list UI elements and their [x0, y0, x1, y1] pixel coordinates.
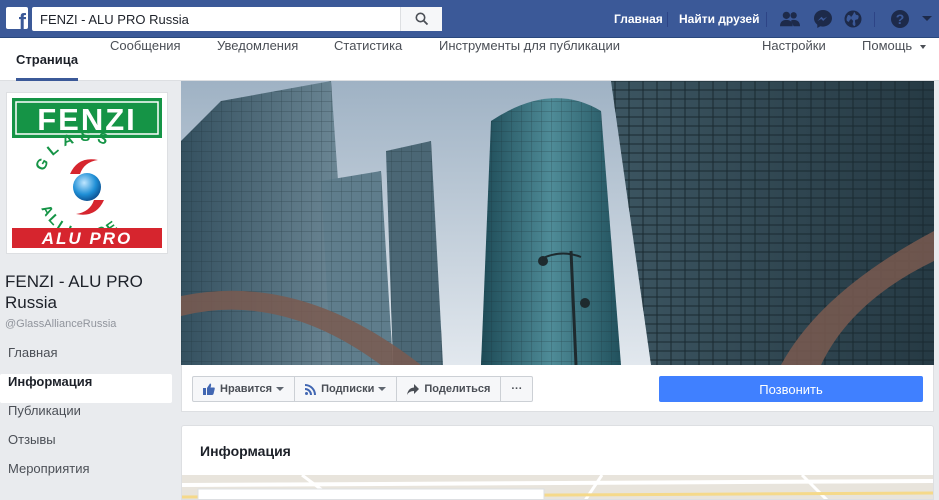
share-arrow-icon [407, 383, 420, 395]
search-button[interactable] [400, 7, 442, 31]
section-title: Информация [200, 443, 291, 459]
messenger-icon[interactable] [813, 9, 833, 29]
page-username[interactable]: @GlassAllianceRussia [5, 318, 116, 330]
cover-photo[interactable] [181, 81, 934, 365]
tab-publishing-tools[interactable]: Инструменты для публикации [439, 38, 620, 81]
svg-text:?: ? [896, 11, 905, 27]
leftnav-item-home[interactable]: Главная [0, 345, 172, 374]
topbar-divider [667, 12, 668, 27]
search-icon [415, 12, 428, 26]
tab-insights[interactable]: Статистика [334, 38, 402, 81]
chevron-down-icon [276, 387, 285, 391]
account-menu-caret-icon[interactable] [917, 9, 937, 29]
page-action-bar: Нравится Подписки Поделиться ··· Позвони… [181, 365, 934, 412]
ellipsis-icon: ··· [511, 383, 523, 395]
location-map[interactable] [182, 475, 933, 499]
fenzi-glass-alliance-logo-icon: FENZI GLASS ALLIANCE ALU PRO [12, 98, 162, 248]
chevron-down-icon [378, 387, 387, 391]
facebook-logo-icon[interactable]: f [6, 7, 28, 29]
thumbs-up-icon [203, 383, 215, 395]
leftnav-item-about[interactable]: Информация [0, 374, 172, 403]
page-admin-tabs: Страница Сообщения Уведомления Статистик… [0, 38, 939, 81]
leftnav-item-reviews[interactable]: Отзывы [0, 432, 172, 461]
skyscrapers-photo [181, 81, 934, 365]
top-navigation-bar: f Главная Найти друзей ? [0, 0, 939, 38]
like-button[interactable]: Нравится [193, 377, 296, 401]
home-link[interactable]: Главная [614, 12, 663, 26]
notifications-globe-icon[interactable] [843, 9, 863, 29]
follow-label: Подписки [321, 383, 375, 395]
logo-text-alupro: ALU PRO [41, 229, 133, 248]
tab-notifications[interactable]: Уведомления [217, 38, 298, 81]
call-now-button[interactable]: Позвонить [659, 376, 923, 402]
fenzi-logo: FENZI GLASS ALLIANCE ALU PRO [10, 96, 164, 250]
chevron-down-icon [919, 44, 926, 49]
leftnav-item-events[interactable]: Мероприятия [0, 461, 172, 490]
about-section: Информация [181, 425, 934, 500]
search-box [32, 7, 442, 31]
tab-messages[interactable]: Сообщения [110, 38, 181, 81]
topbar-divider [874, 12, 875, 27]
leftnav-item-posts[interactable]: Публикации [0, 403, 172, 432]
rss-icon [305, 383, 317, 395]
help-menu[interactable]: Помощь [862, 38, 926, 81]
tab-settings[interactable]: Настройки [762, 38, 826, 81]
share-label: Поделиться [424, 383, 491, 395]
topbar-divider [766, 12, 767, 27]
share-button[interactable]: Поделиться [397, 377, 502, 401]
tab-page[interactable]: Страница [16, 38, 79, 81]
help-icon[interactable]: ? [890, 9, 910, 29]
page-left-navigation: Главная Информация Публикации Отзывы Мер… [0, 345, 172, 490]
map-tiles [182, 475, 933, 499]
help-menu-label: Помощь [862, 38, 913, 53]
find-friends-link[interactable]: Найти друзей [679, 12, 759, 26]
like-label: Нравится [220, 383, 273, 395]
more-options-button[interactable]: ··· [501, 377, 532, 401]
page-title[interactable]: FENZI - ALU PRO Russia [5, 271, 170, 313]
profile-picture[interactable]: FENZI GLASS ALLIANCE ALU PRO [6, 92, 168, 254]
search-input[interactable] [32, 7, 400, 31]
friend-requests-icon[interactable] [780, 9, 800, 29]
follow-button[interactable]: Подписки [295, 377, 398, 401]
page-action-buttons: Нравится Подписки Поделиться ··· [192, 376, 534, 402]
